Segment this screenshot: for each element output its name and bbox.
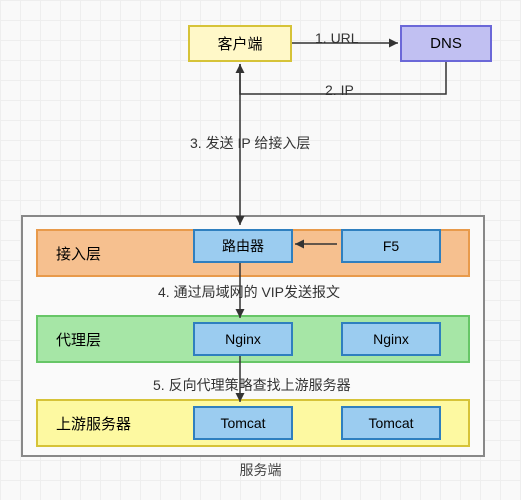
label-step5: 5. 反向代理策略查找上游服务器	[153, 375, 351, 395]
nginx-node-2: Nginx	[341, 322, 441, 356]
server-panel: 接入层 代理层 上游服务器 路由器 F5 Nginx Nginx Tomcat …	[21, 215, 485, 457]
router-node: 路由器	[193, 229, 293, 263]
label-step4: 4. 通过局域网的 VIP发送报文	[158, 282, 340, 302]
server-panel-label: 服务端	[0, 460, 521, 480]
tomcat-node-1: Tomcat	[193, 406, 293, 440]
proxy-layer-label: 代理层	[56, 329, 101, 350]
client-box: 客户端	[188, 25, 292, 62]
f5-node: F5	[341, 229, 441, 263]
label-url: 1. URL	[315, 30, 359, 46]
label-step3: 3. 发送 IP 给接入层	[190, 133, 310, 153]
nginx-node-1: Nginx	[193, 322, 293, 356]
tomcat-node-2: Tomcat	[341, 406, 441, 440]
upstream-layer-label: 上游服务器	[56, 413, 131, 434]
access-layer-label: 接入层	[56, 243, 101, 264]
dns-box: DNS	[400, 25, 492, 62]
label-ip: 2. IP	[325, 82, 354, 98]
